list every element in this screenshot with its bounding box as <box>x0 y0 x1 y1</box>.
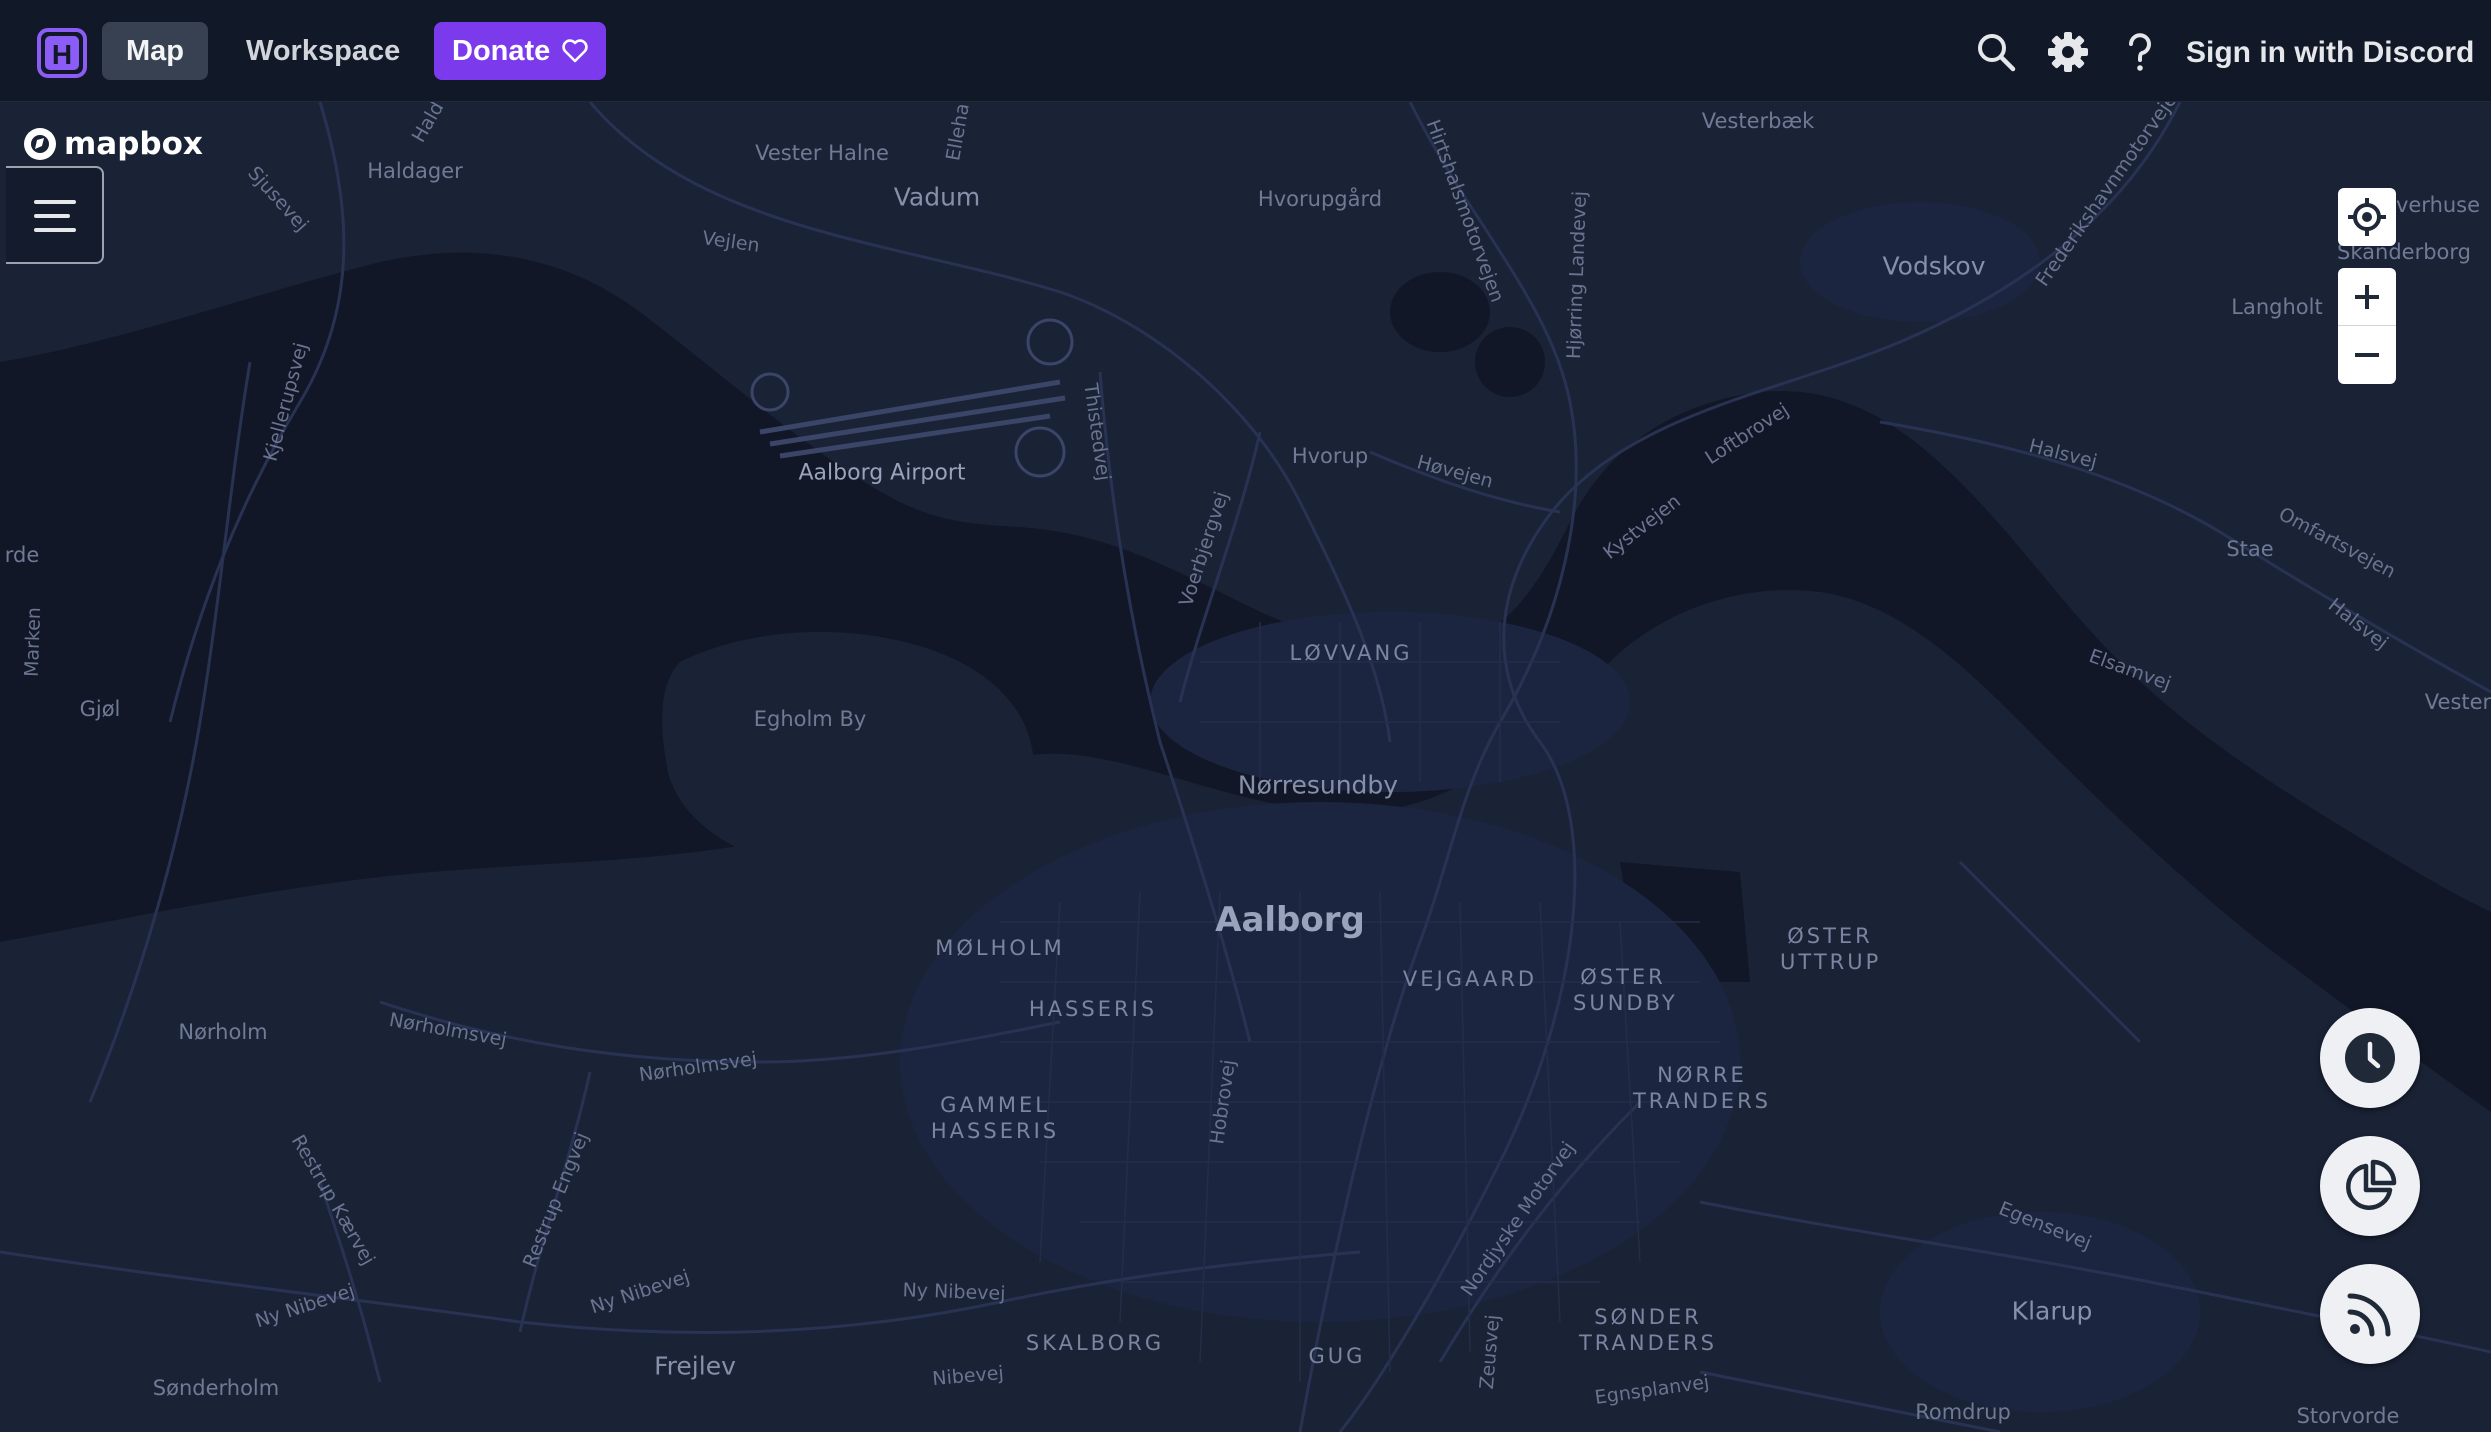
place-label: MØLHOLM <box>935 936 1065 960</box>
place-label: LØVVANG <box>1289 641 1413 665</box>
place-label: Vester <box>2424 690 2491 714</box>
place-label: Storvorde <box>2296 1404 2400 1428</box>
place-label: Vodskov <box>1882 251 1986 281</box>
app-logo[interactable]: H <box>37 28 87 78</box>
place-label: Vester Halne <box>755 141 889 165</box>
donate-button[interactable]: Donate <box>434 22 606 80</box>
place-label: Hvorupgård <box>1257 187 1383 211</box>
place-label: SKALBORG <box>1025 1331 1165 1355</box>
place-label: Aalborg <box>1215 900 1365 940</box>
place-label: Klarup <box>2011 1296 2093 1326</box>
place-label: Vadum <box>893 182 981 212</box>
airport-label: Aalborg Airport <box>798 460 966 486</box>
place-label: Egholm By <box>753 707 867 731</box>
menu-icon <box>34 200 76 232</box>
place-label: ØSTER SUNDBY <box>1573 965 1678 1015</box>
place-label: HASSERIS <box>1028 997 1158 1021</box>
place-label: Hvorup <box>1291 444 1369 468</box>
history-button[interactable] <box>2320 1008 2420 1108</box>
statistics-button[interactable] <box>2320 1136 2420 1236</box>
plus-icon[interactable] <box>2338 268 2396 326</box>
place-label: GUG <box>1308 1344 1366 1368</box>
place-label: Frejlev <box>654 1351 736 1381</box>
place-label: Vesterbæk <box>1701 109 1815 133</box>
place-label: Langholt <box>2231 295 2323 319</box>
logo-letter: H <box>52 39 72 70</box>
app-root: H Map Workspace Donate Sign in with Disc… <box>0 0 2491 1432</box>
sign-in-discord-button[interactable]: Sign in with Discord <box>2186 28 2474 78</box>
minus-icon[interactable] <box>2338 326 2396 384</box>
top-navigation-bar: H Map Workspace Donate Sign in with Disc… <box>0 0 2491 102</box>
place-label: GAMMEL HASSERIS <box>930 1093 1060 1143</box>
heart-icon <box>562 39 588 63</box>
clock-icon <box>2345 1033 2395 1083</box>
mapbox-logo[interactable]: mapbox <box>22 124 203 164</box>
search-icon[interactable] <box>1974 30 2018 74</box>
donate-label: Donate <box>452 35 551 67</box>
place-label: verhuse <box>2395 193 2481 217</box>
place-label: Nørresundby <box>1237 770 1399 800</box>
place-label: Stae <box>2226 537 2274 561</box>
place-label: VEJGAARD <box>1402 967 1538 991</box>
place-label: rde <box>4 543 40 567</box>
help-icon[interactable] <box>2118 30 2162 74</box>
road-label: Ny Nibevej <box>902 1279 1006 1305</box>
mapbox-icon <box>24 128 56 160</box>
place-label: Nørholm <box>178 1020 268 1044</box>
crosshair-icon[interactable] <box>2338 188 2396 246</box>
place-label: SØNDER TRANDERS <box>1578 1305 1717 1355</box>
place-label: ØSTER UTTRUP <box>1780 924 1882 974</box>
mapbox-wordmark: mapbox <box>64 126 203 162</box>
place-label: Haldager <box>367 159 463 183</box>
pie-chart-icon <box>2346 1159 2397 1210</box>
nav-workspace-tab[interactable]: Workspace <box>222 22 420 80</box>
place-label: Sønderholm <box>152 1376 280 1400</box>
sidebar-toggle-button[interactable] <box>6 166 104 264</box>
place-label: Gjøl <box>79 697 121 721</box>
map-base-layer <box>0 102 2491 1432</box>
gear-icon[interactable] <box>2046 30 2090 74</box>
feed-button[interactable] <box>2320 1264 2420 1364</box>
road-label: Marken <box>20 606 46 678</box>
nav-map-tab[interactable]: Map <box>102 22 208 80</box>
map-canvas[interactable]: Aalborg Vadum Vodskov Nørresundby Klarup… <box>0 102 2491 1432</box>
rss-icon <box>2347 1293 2391 1337</box>
place-label: NØRRE TRANDERS <box>1632 1063 1771 1113</box>
place-label: Romdrup <box>1915 1400 2011 1424</box>
